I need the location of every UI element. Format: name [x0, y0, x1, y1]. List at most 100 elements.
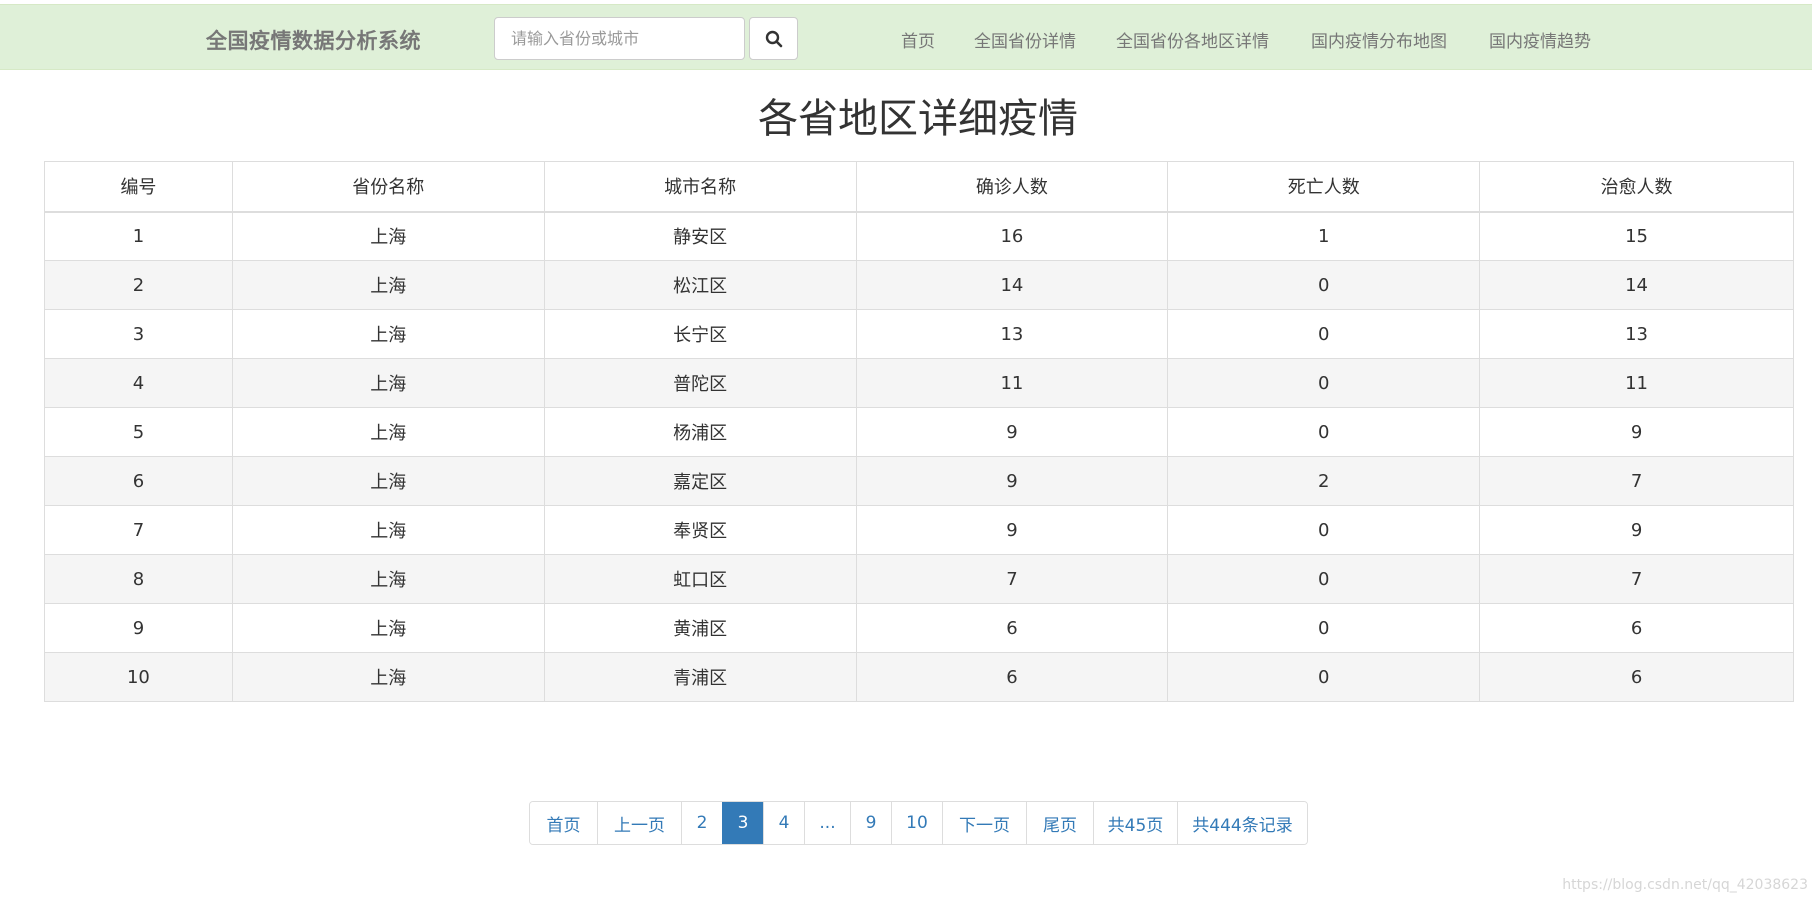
cell-confirmed: 16: [855, 211, 1169, 261]
cell-deaths: 0: [1167, 260, 1481, 310]
cell-province: 上海: [231, 603, 545, 653]
page-item[interactable]: ...: [804, 802, 850, 844]
cell-province: 上海: [231, 407, 545, 457]
cell-city: 青浦区: [543, 652, 857, 702]
cell-city: 嘉定区: [543, 456, 857, 506]
cell-deaths: 0: [1167, 358, 1481, 408]
cell-confirmed: 9: [855, 407, 1169, 457]
cell-id: 6: [44, 456, 233, 506]
cell-city: 长宁区: [543, 309, 857, 359]
table-body: 1 上海 静安区 16 1 15 2 上海 松江区 14 0 14 3 上海 长宁区 13 0 13 4 上海 普陀区 1…: [44, 211, 1794, 702]
cell-id: 9: [44, 603, 233, 653]
cell-confirmed: 9: [855, 456, 1169, 506]
page-item[interactable]: 共45页: [1093, 802, 1177, 844]
table-row: 3 上海 长宁区 13 0 13: [44, 309, 1794, 359]
table-row: 7 上海 奉贤区 9 0 9: [44, 505, 1794, 555]
cell-id: 7: [44, 505, 233, 555]
cell-cured: 11: [1479, 358, 1794, 408]
cell-city: 虹口区: [543, 554, 857, 604]
table-row: 9 上海 黄浦区 6 0 6: [44, 603, 1794, 653]
cell-id: 3: [44, 309, 233, 359]
cell-id: 5: [44, 407, 233, 457]
cell-cured: 7: [1479, 554, 1794, 604]
cell-id: 1: [44, 211, 233, 261]
cell-id: 2: [44, 260, 233, 310]
cell-city: 黄浦区: [543, 603, 857, 653]
cell-city: 奉贤区: [543, 505, 857, 555]
page-item[interactable]: 3: [722, 802, 763, 844]
navbar: 全国疫情数据分析系统 首页 全国省份详情 全国省份各地区详情 国内疫情分布地图 …: [0, 4, 1812, 70]
cell-confirmed: 6: [855, 652, 1169, 702]
nav-link-province-regions[interactable]: 全国省份各地区详情: [1116, 27, 1269, 52]
watermark: https://blog.csdn.net/qq_42038623: [1562, 877, 1808, 893]
cell-confirmed: 7: [855, 554, 1169, 604]
page-title: 各省地区详细疫情: [758, 96, 1078, 142]
table-row: 5 上海 杨浦区 9 0 9: [44, 407, 1794, 457]
cell-confirmed: 11: [855, 358, 1169, 408]
cell-province: 上海: [231, 260, 545, 310]
cell-deaths: 0: [1167, 505, 1481, 555]
nav-link-map[interactable]: 国内疫情分布地图: [1311, 27, 1447, 52]
nav-link-trend[interactable]: 国内疫情趋势: [1489, 27, 1591, 52]
pagination: 首页 上一页 2 3 4... 9 10 下一页 尾页 共45页 共444条记录: [529, 801, 1308, 845]
cell-deaths: 0: [1167, 407, 1481, 457]
cell-cured: 13: [1479, 309, 1794, 359]
nav-links: 首页 全国省份详情 全国省份各地区详情 国内疫情分布地图 国内疫情趋势: [0, 27, 1812, 52]
cell-province: 上海: [231, 652, 545, 702]
cell-deaths: 0: [1167, 309, 1481, 359]
cell-id: 8: [44, 554, 233, 604]
cell-confirmed: 14: [855, 260, 1169, 310]
cell-confirmed: 9: [855, 505, 1169, 555]
cell-province: 上海: [231, 505, 545, 555]
cell-cured: 6: [1479, 652, 1794, 702]
page-item[interactable]: 9: [850, 802, 891, 844]
cell-deaths: 0: [1167, 554, 1481, 604]
cell-id: 4: [44, 358, 233, 408]
cell-province: 上海: [231, 358, 545, 408]
cell-cured: 9: [1479, 407, 1794, 457]
nav-link-provinces[interactable]: 全国省份详情: [974, 27, 1076, 52]
cell-province: 上海: [231, 309, 545, 359]
cell-city: 松江区: [543, 260, 857, 310]
table-row: 1 上海 静安区 16 1 15: [44, 211, 1794, 261]
table-row: 10 上海 青浦区 6 0 6: [44, 652, 1794, 702]
page-item[interactable]: 4: [763, 802, 804, 844]
table-row: 6 上海 嘉定区 9 2 7: [44, 456, 1794, 506]
table-row: 4 上海 普陀区 11 0 11: [44, 358, 1794, 408]
cell-deaths: 0: [1167, 652, 1481, 702]
cell-deaths: 0: [1167, 603, 1481, 653]
page-item[interactable]: 上一页: [597, 802, 681, 844]
page-item[interactable]: 2: [681, 802, 722, 844]
cell-deaths: 2: [1167, 456, 1481, 506]
page-item[interactable]: 首页: [530, 802, 597, 844]
cell-cured: 14: [1479, 260, 1794, 310]
cell-province: 上海: [231, 211, 545, 261]
nav-link-home[interactable]: 首页: [901, 27, 935, 52]
cell-confirmed: 6: [855, 603, 1169, 653]
cell-city: 静安区: [543, 211, 857, 261]
page-item[interactable]: 尾页: [1026, 802, 1093, 844]
page-item[interactable]: 10: [891, 802, 942, 844]
cell-province: 上海: [231, 554, 545, 604]
cell-city: 杨浦区: [543, 407, 857, 457]
table-row: 2 上海 松江区 14 0 14: [44, 260, 1794, 310]
cell-deaths: 1: [1167, 211, 1481, 261]
cell-province: 上海: [231, 456, 545, 506]
cell-confirmed: 13: [855, 309, 1169, 359]
cell-city: 普陀区: [543, 358, 857, 408]
header-province: 省份名称: [231, 161, 545, 213]
page-item[interactable]: 共444条记录: [1177, 802, 1307, 844]
cell-cured: 15: [1479, 211, 1794, 261]
page-item[interactable]: 下一页: [942, 802, 1026, 844]
header-cured: 治愈人数: [1479, 161, 1794, 213]
header-city: 城市名称: [543, 161, 857, 213]
cell-cured: 9: [1479, 505, 1794, 555]
cell-cured: 6: [1479, 603, 1794, 653]
header-deaths: 死亡人数: [1167, 161, 1481, 213]
header-id: 编号: [44, 161, 233, 213]
table-row: 8 上海 虹口区 7 0 7: [44, 554, 1794, 604]
cell-cured: 7: [1479, 456, 1794, 506]
cell-id: 10: [44, 652, 233, 702]
data-table: 编号 省份名称 城市名称 确诊人数 死亡人数 治愈人数 1 上海 静安区 16 1 15 2…: [44, 161, 1794, 702]
header-confirmed: 确诊人数: [855, 161, 1169, 213]
